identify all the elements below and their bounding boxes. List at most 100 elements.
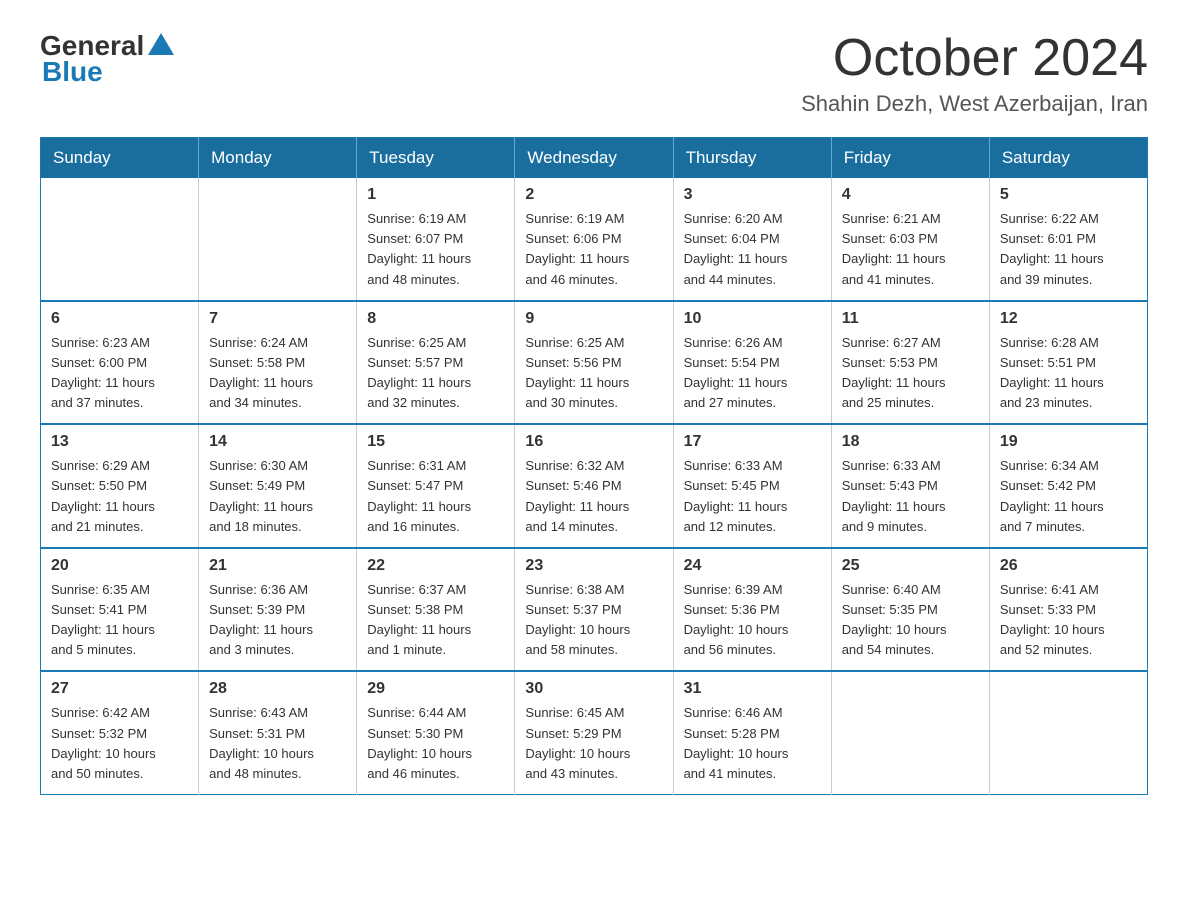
calendar-cell: 13 Sunrise: 6:29 AM Sunset: 5:50 PM Dayli… — [41, 424, 199, 548]
day-info: Sunrise: 6:29 AM Sunset: 5:50 PM Dayligh… — [51, 456, 188, 537]
calendar-cell: 28Sunrise: 6:43 AM Sunset: 5:31 PM Dayli… — [199, 671, 357, 794]
calendar-cell: 12Sunrise: 6:28 AM Sunset: 5:51 PM Dayli… — [989, 301, 1147, 425]
day-info: Sunrise: 6:30 AM Sunset: 5:49 PM Dayligh… — [209, 456, 346, 537]
calendar-cell: 16 Sunrise: 6:32 AM Sunset: 5:46 PM Dayli… — [515, 424, 673, 548]
day-info: Sunrise: 6:19 AM Sunset: 6:06 PM Dayligh… — [525, 209, 662, 290]
day-info: Sunrise: 6:22 AM Sunset: 6:01 PM Dayligh… — [1000, 209, 1137, 290]
day-number: 2 — [525, 186, 662, 204]
day-number: 26 — [1000, 557, 1137, 575]
day-info: Sunrise: 6:25 AM Sunset: 5:56 PM Dayligh… — [525, 333, 662, 414]
day-number: 21 — [209, 557, 346, 575]
day-number: 19 — [1000, 433, 1137, 451]
day-info: Sunrise: 6:45 AM Sunset: 5:29 PM Dayligh… — [525, 703, 662, 784]
day-number: 29 — [367, 680, 504, 698]
day-info: Sunrise: 6:21 AM Sunset: 6:03 PM Dayligh… — [842, 209, 979, 290]
col-header-saturday: Saturday — [989, 138, 1147, 179]
day-number: 14 — [209, 433, 346, 451]
calendar-cell: 9 Sunrise: 6:25 AM Sunset: 5:56 PM Daylig… — [515, 301, 673, 425]
calendar-cell: 5 Sunrise: 6:22 AM Sunset: 6:01 PM Daylig… — [989, 178, 1147, 301]
logo-blue-text: Blue — [42, 56, 103, 88]
calendar-body: 1Sunrise: 6:19 AM Sunset: 6:07 PM Daylig… — [41, 178, 1148, 794]
calendar-cell: 11 Sunrise: 6:27 AM Sunset: 5:53 PM Dayli… — [831, 301, 989, 425]
day-info: Sunrise: 6:46 AM Sunset: 5:28 PM Dayligh… — [684, 703, 821, 784]
calendar-week-2: 6Sunrise: 6:23 AM Sunset: 6:00 PM Daylig… — [41, 301, 1148, 425]
day-info: Sunrise: 6:25 AM Sunset: 5:57 PM Dayligh… — [367, 333, 504, 414]
calendar-cell: 26 Sunrise: 6:41 AM Sunset: 5:33 PM Dayli… — [989, 548, 1147, 672]
day-info: Sunrise: 6:33 AM Sunset: 5:45 PM Dayligh… — [684, 456, 821, 537]
header: General Blue October 2024 Shahin Dezh, W… — [40, 30, 1148, 117]
day-info: Sunrise: 6:44 AM Sunset: 5:30 PM Dayligh… — [367, 703, 504, 784]
day-number: 25 — [842, 557, 979, 575]
day-number: 5 — [1000, 186, 1137, 204]
day-info: Sunrise: 6:23 AM Sunset: 6:00 PM Dayligh… — [51, 333, 188, 414]
day-info: Sunrise: 6:24 AM Sunset: 5:58 PM Dayligh… — [209, 333, 346, 414]
day-number: 13 — [51, 433, 188, 451]
day-info: Sunrise: 6:41 AM Sunset: 5:33 PM Dayligh… — [1000, 580, 1137, 661]
day-info: Sunrise: 6:26 AM Sunset: 5:54 PM Dayligh… — [684, 333, 821, 414]
day-number: 16 — [525, 433, 662, 451]
calendar-cell: 3 Sunrise: 6:20 AM Sunset: 6:04 PM Daylig… — [673, 178, 831, 301]
calendar-cell: 7 Sunrise: 6:24 AM Sunset: 5:58 PM Daylig… — [199, 301, 357, 425]
calendar-cell — [199, 178, 357, 301]
day-number: 11 — [842, 310, 979, 328]
calendar-cell: 25 Sunrise: 6:40 AM Sunset: 5:35 PM Dayli… — [831, 548, 989, 672]
calendar-cell: 20Sunrise: 6:35 AM Sunset: 5:41 PM Dayli… — [41, 548, 199, 672]
calendar-cell — [831, 671, 989, 794]
logo-triangle-icon — [148, 33, 174, 55]
day-number: 31 — [684, 680, 821, 698]
day-number: 17 — [684, 433, 821, 451]
day-info: Sunrise: 6:39 AM Sunset: 5:36 PM Dayligh… — [684, 580, 821, 661]
day-number: 12 — [1000, 310, 1137, 328]
day-number: 23 — [525, 557, 662, 575]
col-header-monday: Monday — [199, 138, 357, 179]
day-number: 9 — [525, 310, 662, 328]
day-number: 30 — [525, 680, 662, 698]
day-number: 4 — [842, 186, 979, 204]
day-info: Sunrise: 6:19 AM Sunset: 6:07 PM Dayligh… — [367, 209, 504, 290]
day-info: Sunrise: 6:33 AM Sunset: 5:43 PM Dayligh… — [842, 456, 979, 537]
calendar-cell: 29 Sunrise: 6:44 AM Sunset: 5:30 PM Dayli… — [357, 671, 515, 794]
calendar-cell: 1Sunrise: 6:19 AM Sunset: 6:07 PM Daylig… — [357, 178, 515, 301]
day-number: 22 — [367, 557, 504, 575]
calendar-header: SundayMondayTuesdayWednesdayThursdayFrid… — [41, 138, 1148, 179]
day-number: 15 — [367, 433, 504, 451]
calendar-week-3: 13 Sunrise: 6:29 AM Sunset: 5:50 PM Dayli… — [41, 424, 1148, 548]
calendar-cell: 2 Sunrise: 6:19 AM Sunset: 6:06 PM Daylig… — [515, 178, 673, 301]
calendar-cell: 18 Sunrise: 6:33 AM Sunset: 5:43 PM Dayli… — [831, 424, 989, 548]
month-title: October 2024 — [801, 30, 1148, 87]
calendar-cell: 4 Sunrise: 6:21 AM Sunset: 6:03 PM Daylig… — [831, 178, 989, 301]
day-info: Sunrise: 6:27 AM Sunset: 5:53 PM Dayligh… — [842, 333, 979, 414]
calendar-cell: 30 Sunrise: 6:45 AM Sunset: 5:29 PM Dayli… — [515, 671, 673, 794]
day-number: 7 — [209, 310, 346, 328]
col-header-tuesday: Tuesday — [357, 138, 515, 179]
calendar-cell: 31 Sunrise: 6:46 AM Sunset: 5:28 PM Dayli… — [673, 671, 831, 794]
day-info: Sunrise: 6:20 AM Sunset: 6:04 PM Dayligh… — [684, 209, 821, 290]
logo: General Blue — [40, 30, 174, 88]
calendar-cell: 6Sunrise: 6:23 AM Sunset: 6:00 PM Daylig… — [41, 301, 199, 425]
col-header-thursday: Thursday — [673, 138, 831, 179]
calendar-cell: 24 Sunrise: 6:39 AM Sunset: 5:36 PM Dayli… — [673, 548, 831, 672]
calendar-cell: 23 Sunrise: 6:38 AM Sunset: 5:37 PM Dayli… — [515, 548, 673, 672]
day-info: Sunrise: 6:32 AM Sunset: 5:46 PM Dayligh… — [525, 456, 662, 537]
day-info: Sunrise: 6:35 AM Sunset: 5:41 PM Dayligh… — [51, 580, 188, 661]
day-number: 10 — [684, 310, 821, 328]
day-info: Sunrise: 6:34 AM Sunset: 5:42 PM Dayligh… — [1000, 456, 1137, 537]
col-header-friday: Friday — [831, 138, 989, 179]
day-info: Sunrise: 6:38 AM Sunset: 5:37 PM Dayligh… — [525, 580, 662, 661]
day-number: 27 — [51, 680, 188, 698]
day-number: 18 — [842, 433, 979, 451]
day-info: Sunrise: 6:31 AM Sunset: 5:47 PM Dayligh… — [367, 456, 504, 537]
calendar-cell: 22Sunrise: 6:37 AM Sunset: 5:38 PM Dayli… — [357, 548, 515, 672]
location-subtitle: Shahin Dezh, West Azerbaijan, Iran — [801, 91, 1148, 117]
col-header-sunday: Sunday — [41, 138, 199, 179]
calendar-cell: 14 Sunrise: 6:30 AM Sunset: 5:49 PM Dayli… — [199, 424, 357, 548]
calendar-cell — [41, 178, 199, 301]
day-info: Sunrise: 6:36 AM Sunset: 5:39 PM Dayligh… — [209, 580, 346, 661]
day-number: 3 — [684, 186, 821, 204]
day-info: Sunrise: 6:43 AM Sunset: 5:31 PM Dayligh… — [209, 703, 346, 784]
calendar-cell: 10 Sunrise: 6:26 AM Sunset: 5:54 PM Dayli… — [673, 301, 831, 425]
calendar-week-4: 20Sunrise: 6:35 AM Sunset: 5:41 PM Dayli… — [41, 548, 1148, 672]
day-number: 24 — [684, 557, 821, 575]
day-info: Sunrise: 6:40 AM Sunset: 5:35 PM Dayligh… — [842, 580, 979, 661]
calendar-cell: 21 Sunrise: 6:36 AM Sunset: 5:39 PM Dayli… — [199, 548, 357, 672]
